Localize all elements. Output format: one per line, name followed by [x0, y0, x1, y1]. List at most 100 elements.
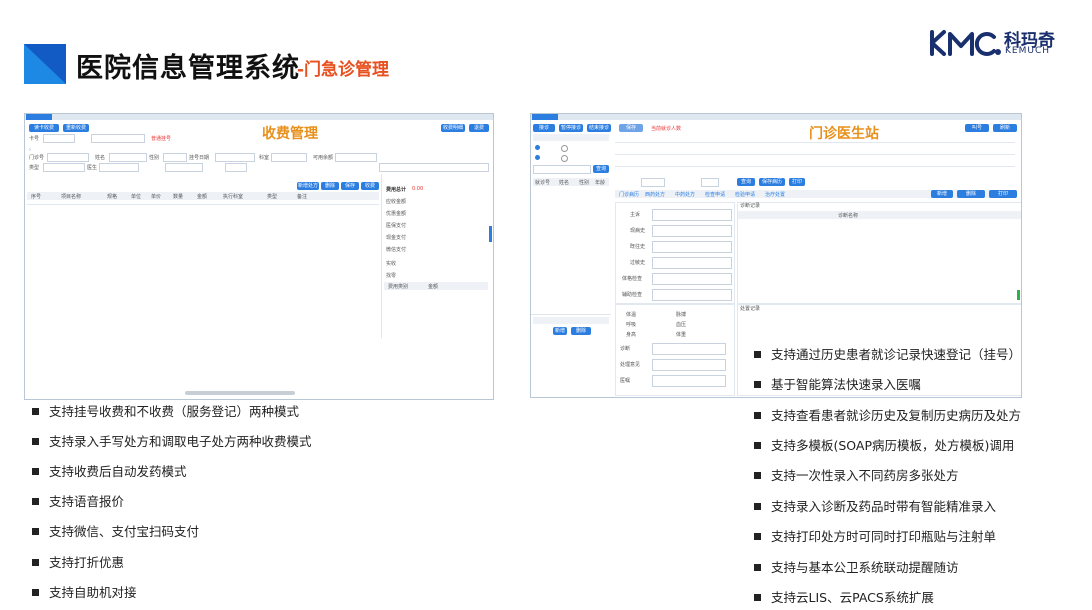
patient-list-panel: 查询 就诊号 姓名 性别 年龄	[531, 134, 611, 314]
tab-western-rx[interactable]: 西药处方	[645, 191, 665, 198]
print-button[interactable]: 打印	[789, 178, 805, 186]
tab-exam[interactable]: 检查申请	[705, 191, 725, 198]
pause-button[interactable]: 暂停接诊	[559, 124, 583, 132]
patient-list-header: 就诊号 姓名 性别 年龄	[533, 178, 609, 186]
feature-bullet: 支持录入手写处方和调取电子处方两种收费模式	[32, 431, 312, 450]
red-notice: 普通挂号	[151, 136, 172, 142]
window-titlebar	[25, 114, 493, 120]
past-history-input[interactable]	[652, 241, 732, 253]
receive-button[interactable]: 接诊	[533, 124, 555, 132]
tab-chinese-rx[interactable]: 中药处方	[675, 191, 695, 198]
radio-seen[interactable]	[561, 145, 568, 152]
feature-bullet: 支持自助机对接	[32, 582, 137, 601]
patient-no-label: 门诊号	[29, 155, 45, 161]
bullet-text: 支持打折优惠	[49, 555, 125, 570]
window-tab[interactable]	[26, 114, 52, 120]
table-header: 序号 项目名称 规格 单位 单价 数量 金额 执行科室 类型 备注	[27, 192, 379, 200]
doctor-select[interactable]	[99, 163, 139, 172]
radio-all[interactable]	[561, 155, 568, 162]
finish-button[interactable]: 结束接诊	[587, 124, 611, 132]
diagnosis-col-header: 诊断名称	[838, 213, 859, 219]
physical-exam-input[interactable]	[652, 273, 732, 285]
present-illness-input[interactable]	[652, 225, 732, 237]
col-header: 执行科室	[223, 194, 244, 200]
radio-mine[interactable]	[535, 155, 540, 160]
diagnosis-input[interactable]	[652, 343, 726, 355]
query-button[interactable]: 查询	[737, 178, 755, 186]
radio-waiting[interactable]	[535, 145, 540, 150]
allergy-input[interactable]	[652, 257, 732, 269]
feature-bullet: 支持一次性录入不同药房多张处方	[754, 465, 959, 484]
date-input[interactable]	[215, 153, 255, 162]
logo-name-en: KEMUCH	[1005, 46, 1050, 56]
bullet-text: 支持录入手写处方和调取电子处方两种收费模式	[49, 434, 312, 449]
side-scroll-indicator[interactable]	[489, 226, 492, 242]
bullet-square-icon	[754, 381, 761, 388]
patient-list-title	[533, 134, 609, 141]
type-select[interactable]	[43, 163, 85, 172]
tab-lab[interactable]: 检验申请	[735, 191, 755, 198]
refresh-button[interactable]: 刷新	[993, 124, 1017, 132]
patient-search-input[interactable]	[533, 165, 591, 174]
recharge-button[interactable]: 重新收费	[63, 124, 89, 132]
chief-complaint-input[interactable]	[652, 209, 732, 221]
delete-button[interactable]: 删除	[321, 182, 339, 190]
dept-select[interactable]	[701, 178, 719, 187]
bullet-square-icon	[32, 559, 39, 566]
history-add-button[interactable]: 新增	[553, 327, 567, 335]
add-button[interactable]: 新增	[931, 190, 953, 198]
summary-panel: 费用总计 0.00 应收金额 优惠金额 医保支付 现金支付 微信支付 实收 找零…	[381, 174, 492, 338]
vital-label: 体重	[676, 332, 687, 338]
gender-label: 性别	[149, 155, 160, 161]
patient-search-button[interactable]: 查询	[593, 165, 609, 173]
feature-bullet: 支持挂号收费和不收费（服务登记）两种模式	[32, 401, 299, 420]
search-select[interactable]	[379, 163, 489, 172]
opinion-input[interactable]	[652, 359, 726, 371]
refund-button[interactable]: 退费	[469, 124, 489, 132]
card-no-input[interactable]	[91, 134, 145, 143]
tab-medical-record[interactable]: 门诊病历	[619, 191, 639, 198]
add-prescription-button[interactable]: 新增处方	[297, 182, 319, 190]
list-col-header: 年龄	[595, 180, 606, 186]
name-input[interactable]	[109, 153, 147, 162]
bullet-text: 支持查看患者就诊历史及复制历史病历及处方	[771, 408, 1022, 423]
delete-button[interactable]: 删除	[957, 190, 985, 198]
status-select[interactable]	[225, 163, 247, 172]
gender-select[interactable]	[163, 153, 187, 162]
patient-no-input[interactable]	[47, 153, 89, 162]
table-row[interactable]	[27, 204, 379, 205]
history-delete-button[interactable]: 删除	[571, 327, 591, 335]
vitals-panel: 体温 脉搏 呼吸 血压 身高 体重 诊断 处理意见 医嘱	[615, 304, 735, 396]
billing-detail-button[interactable]: 收费明细	[441, 124, 465, 132]
read-card-button[interactable]: 读卡收费	[29, 124, 59, 132]
charge-button[interactable]: 收费	[361, 182, 379, 190]
aux-exam-input[interactable]	[652, 289, 732, 301]
dept-select[interactable]	[271, 153, 307, 162]
horizontal-scrollbar[interactable]	[185, 391, 295, 395]
doctor-panel-label: 门诊医生站	[809, 126, 879, 142]
form-label: 主诉	[630, 212, 641, 218]
window-tab[interactable]	[532, 114, 558, 120]
balance-select[interactable]	[335, 153, 377, 162]
dept-label: 科室	[259, 155, 270, 161]
info-divider	[615, 142, 1015, 143]
col-header: 规格	[107, 194, 118, 200]
call-number-button[interactable]: 叫号	[965, 124, 989, 132]
save-record-toolbar-button[interactable]: 保存病历	[759, 178, 785, 186]
template-select[interactable]	[641, 178, 665, 187]
summary-row: 现金支付	[386, 235, 407, 241]
col-header: 单价	[151, 194, 162, 200]
bullet-text: 支持通过历史患者就诊记录快速登记（挂号）	[771, 347, 1022, 362]
category-select[interactable]	[165, 163, 203, 172]
bullet-text: 支持一次性录入不同药房多张处方	[771, 468, 959, 483]
bullet-square-icon	[754, 351, 761, 358]
bullet-square-icon	[32, 498, 39, 505]
print-rx-button[interactable]: 打印	[989, 190, 1017, 198]
save-record-button[interactable]: 保存	[619, 124, 643, 132]
card-type-select[interactable]	[43, 134, 75, 143]
tab-treatment[interactable]: 治疗处置	[765, 191, 785, 198]
advice-input[interactable]	[652, 375, 726, 387]
save-button[interactable]: 保存	[341, 182, 359, 190]
bullet-text: 支持多模板(SOAP病历模板，处方模板)调用	[771, 438, 1015, 453]
feature-bullet: 支持多模板(SOAP病历模板，处方模板)调用	[754, 435, 1014, 454]
